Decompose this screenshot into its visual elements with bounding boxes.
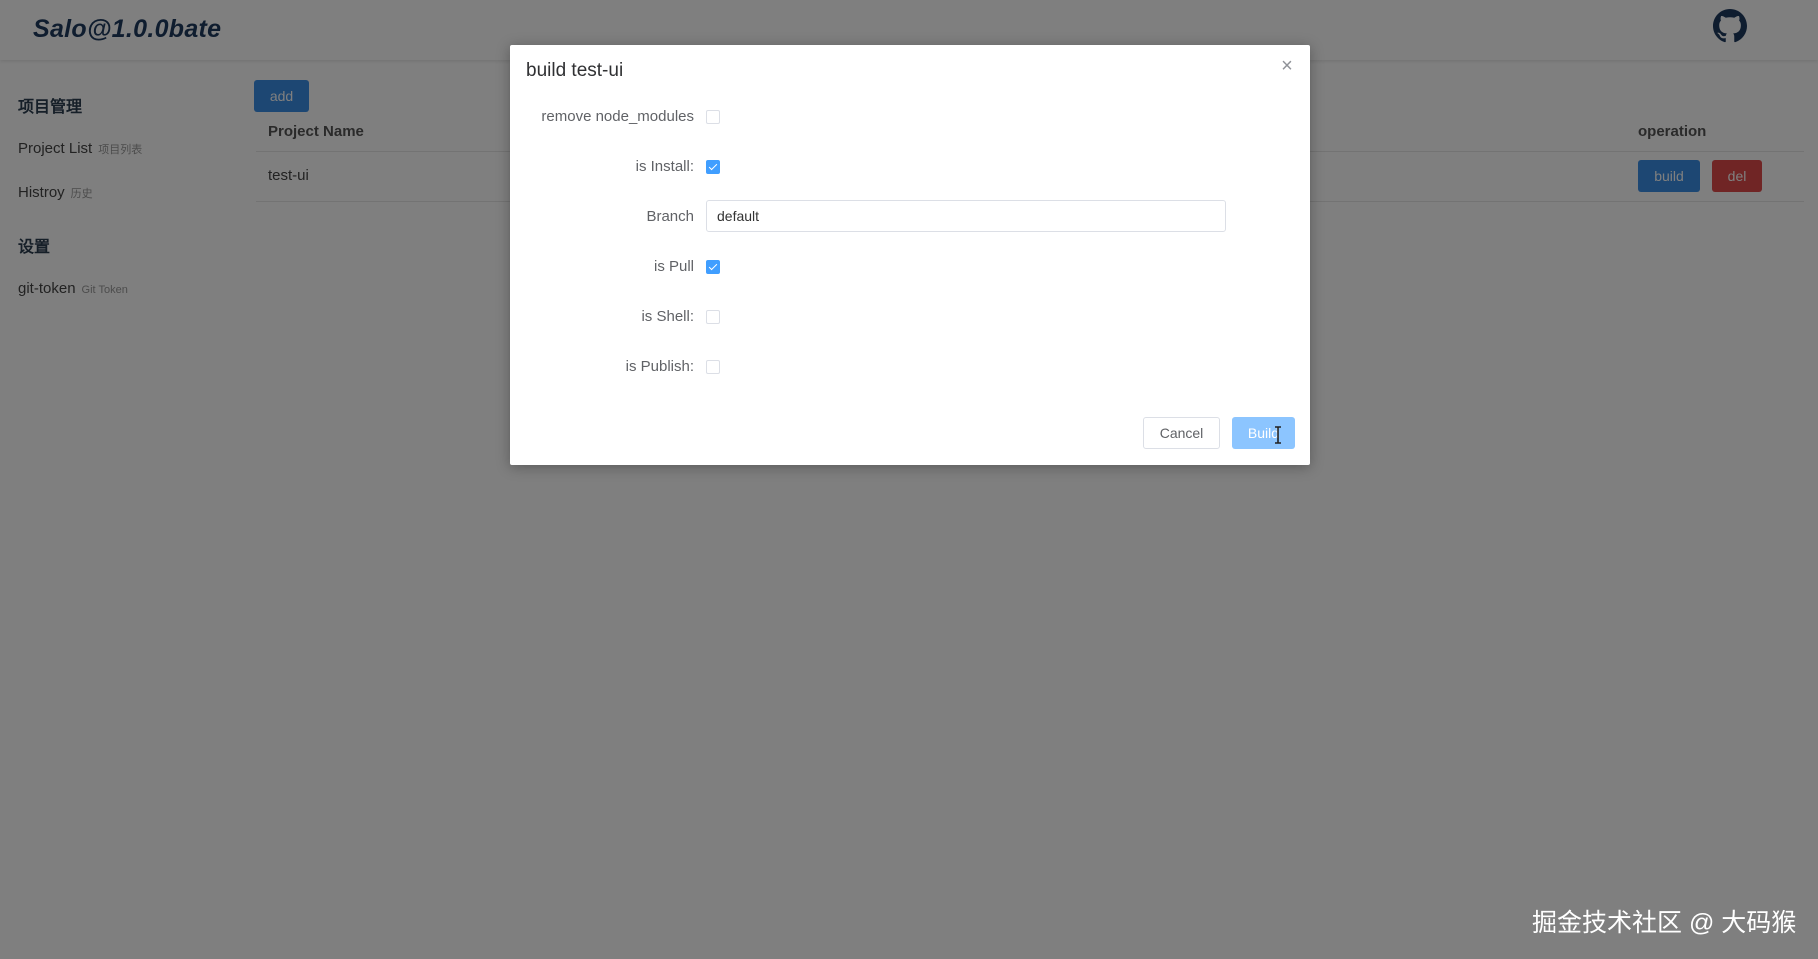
- close-icon[interactable]: ×: [1278, 56, 1296, 76]
- text-cursor-icon: [1275, 426, 1281, 444]
- is-install-checkbox[interactable]: [706, 160, 720, 174]
- build-button[interactable]: Build: [1232, 417, 1295, 449]
- is-install-label: is Install:: [635, 158, 694, 175]
- branch-label: Branch: [646, 208, 694, 225]
- is-shell-label: is Shell:: [641, 308, 694, 325]
- remove-node-modules-checkbox[interactable]: [706, 110, 720, 124]
- build-dialog: build test-ui × remove node_modules is I…: [510, 45, 1310, 465]
- branch-input[interactable]: [706, 200, 1226, 232]
- dialog-title: build test-ui: [526, 60, 624, 81]
- is-pull-label: is Pull: [653, 258, 694, 275]
- is-pull-checkbox[interactable]: [706, 260, 720, 274]
- is-publish-checkbox[interactable]: [706, 360, 720, 374]
- cancel-button[interactable]: Cancel: [1143, 417, 1220, 449]
- is-shell-checkbox[interactable]: [706, 310, 720, 324]
- remove-node-modules-label: remove node_modules: [541, 108, 694, 125]
- watermark: 掘金技术社区 @ 大码猴: [1532, 909, 1797, 937]
- is-publish-label: is Publish:: [625, 358, 694, 375]
